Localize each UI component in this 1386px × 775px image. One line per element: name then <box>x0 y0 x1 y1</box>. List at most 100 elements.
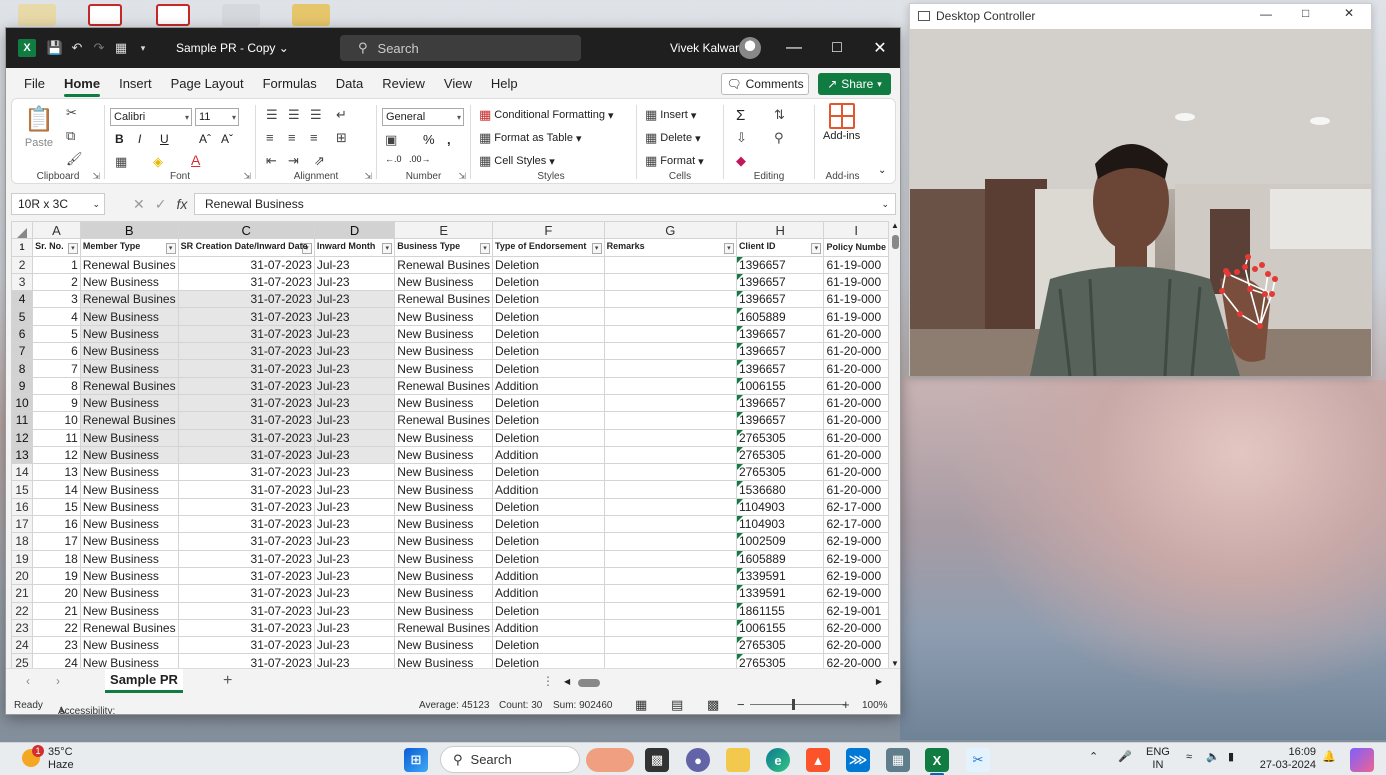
desktop-pdf-icon[interactable] <box>156 4 190 26</box>
table-cell[interactable]: Addition <box>492 445 605 465</box>
table-cell[interactable]: 1605889 <box>735 307 825 326</box>
table-cell[interactable]: 1396657 <box>735 290 825 309</box>
table-cell[interactable]: 31-07-2023 <box>177 566 315 586</box>
header-cell[interactable]: ▾ Member Type <box>79 238 179 257</box>
align-right-icon[interactable]: ≡ <box>310 130 318 145</box>
table-cell[interactable] <box>603 515 737 534</box>
table-cell[interactable]: Jul-23 <box>313 463 396 482</box>
table-cell[interactable]: 1339591 <box>735 584 825 603</box>
table-cell[interactable]: Jul-23 <box>313 497 396 517</box>
row-header[interactable]: 4 <box>11 290 34 309</box>
customize-toolbar-icon[interactable]: ▾ <box>132 37 154 59</box>
table-cell[interactable]: 1002509 <box>735 532 825 551</box>
increase-indent-icon[interactable]: ⇥ <box>288 153 299 169</box>
table-cell[interactable]: New Business <box>394 636 494 655</box>
table-cell[interactable]: New Business <box>394 584 494 603</box>
table-cell[interactable]: Renewal Busines <box>394 411 494 430</box>
table-cell[interactable] <box>603 584 737 603</box>
filter-dropdown-icon[interactable]: ▾ <box>591 242 602 254</box>
table-cell[interactable]: New Business <box>394 393 494 413</box>
comments-button[interactable]: 🗨 Comments <box>721 73 809 95</box>
table-cell[interactable]: Jul-23 <box>313 653 396 668</box>
scroll-right-icon[interactable]: ▶ <box>876 677 882 686</box>
table-cell[interactable]: 61-20-000 <box>823 376 889 395</box>
search-highlight-icon[interactable] <box>586 748 634 772</box>
header-cell[interactable]: ▾ Remarks <box>603 238 737 257</box>
table-cell[interactable]: 1396657 <box>735 272 825 292</box>
table-cell[interactable]: Jul-23 <box>313 636 396 655</box>
tab-page-layout[interactable]: Page Layout <box>171 76 244 91</box>
column-header-g[interactable]: G <box>603 221 737 240</box>
tab-home[interactable]: Home <box>63 76 101 97</box>
number-format-select[interactable]: General ▾ <box>382 108 464 126</box>
align-center-icon[interactable]: ≡ <box>288 130 296 145</box>
table-cell[interactable]: 61-19-000 <box>823 290 889 309</box>
table-cell[interactable]: 23 <box>32 636 81 655</box>
paste-button[interactable]: 📋 Paste <box>24 105 54 149</box>
row-header[interactable]: 6 <box>11 324 34 344</box>
horizontal-scrollbar[interactable]: ◀ ▶ <box>564 677 882 689</box>
table-cell[interactable]: New Business <box>79 515 179 534</box>
table-cell[interactable]: New Business <box>79 428 179 447</box>
table-cell[interactable]: 31-07-2023 <box>177 618 315 638</box>
maximize-button[interactable]: □ <box>1302 6 1309 20</box>
row-header[interactable]: 13 <box>11 445 34 465</box>
table-cell[interactable]: 1396657 <box>735 393 825 413</box>
tab-file[interactable]: File <box>24 76 45 91</box>
table-cell[interactable]: New Business <box>394 653 494 668</box>
table-cell[interactable]: Deletion <box>492 653 605 668</box>
delete-cells-button[interactable]: ▦ Delete ▾ <box>645 130 701 146</box>
table-cell[interactable]: 61-20-000 <box>823 463 889 482</box>
table-cell[interactable]: New Business <box>79 497 179 517</box>
table-cell[interactable]: Renewal Busines <box>394 376 494 395</box>
table-cell[interactable]: 62-19-000 <box>823 566 889 586</box>
orientation-icon[interactable]: ⇗ <box>314 153 325 169</box>
table-cell[interactable]: Deletion <box>492 463 605 482</box>
table-cell[interactable]: 1536680 <box>735 480 825 499</box>
scroll-down-icon[interactable]: ▼ <box>891 659 899 668</box>
table-cell[interactable]: 61-19-000 <box>823 272 889 292</box>
weather-widget[interactable]: 35°C Haze <box>48 746 74 772</box>
close-button[interactable]: ✕ <box>1344 6 1354 20</box>
table-cell[interactable]: Deletion <box>492 359 605 378</box>
row-header[interactable]: 5 <box>11 307 34 326</box>
decrease-indent-icon[interactable]: ⇤ <box>266 153 277 169</box>
close-button[interactable]: ✕ <box>865 34 895 62</box>
table-cell[interactable]: Deletion <box>492 411 605 430</box>
table-cell[interactable]: Renewal Busines <box>394 290 494 309</box>
table-cell[interactable]: Renewal Busines <box>79 255 179 274</box>
table-cell[interactable]: Deletion <box>492 497 605 517</box>
desktop-file-icon[interactable] <box>222 4 260 26</box>
brave-icon[interactable]: ▲ <box>806 748 830 772</box>
table-cell[interactable]: 1006155 <box>735 618 825 638</box>
format-as-table-button[interactable]: ▦ Format as Table ▾ <box>479 130 582 146</box>
table-cell[interactable]: 13 <box>32 463 81 482</box>
table-cell[interactable]: New Business <box>394 463 494 482</box>
table-cell[interactable]: 31-07-2023 <box>177 290 315 309</box>
table-cell[interactable]: 2765305 <box>735 428 825 447</box>
table-cell[interactable]: New Business <box>79 393 179 413</box>
table-cell[interactable]: Jul-23 <box>313 342 396 361</box>
row-header[interactable]: 11 <box>11 411 34 430</box>
start-button[interactable]: ⊞ <box>404 748 428 772</box>
table-cell[interactable] <box>603 255 737 274</box>
table-cell[interactable] <box>603 324 737 344</box>
scroll-up-icon[interactable]: ▲ <box>891 221 899 230</box>
save-icon[interactable]: 💾 <box>44 37 66 59</box>
table-cell[interactable]: Jul-23 <box>313 376 396 395</box>
table-cell[interactable]: Deletion <box>492 601 605 620</box>
redo-icon[interactable]: ↷ <box>88 37 110 59</box>
table-cell[interactable]: 31-07-2023 <box>177 497 315 517</box>
table-cell[interactable]: 31-07-2023 <box>177 463 315 482</box>
fill-icon[interactable]: ⇩ <box>736 130 747 146</box>
table-cell[interactable] <box>603 618 737 638</box>
table-cell[interactable]: Deletion <box>492 428 605 447</box>
percent-icon[interactable]: % <box>423 132 435 147</box>
table-cell[interactable]: New Business <box>394 324 494 344</box>
table-cell[interactable] <box>603 549 737 568</box>
vertical-scrollbar[interactable]: ▲ ▼ <box>889 221 900 668</box>
filter-dropdown-icon[interactable]: ▾ <box>382 242 393 254</box>
table-cell[interactable]: New Business <box>394 342 494 361</box>
table-cell[interactable]: Jul-23 <box>313 480 396 499</box>
table-cell[interactable]: Deletion <box>492 324 605 344</box>
